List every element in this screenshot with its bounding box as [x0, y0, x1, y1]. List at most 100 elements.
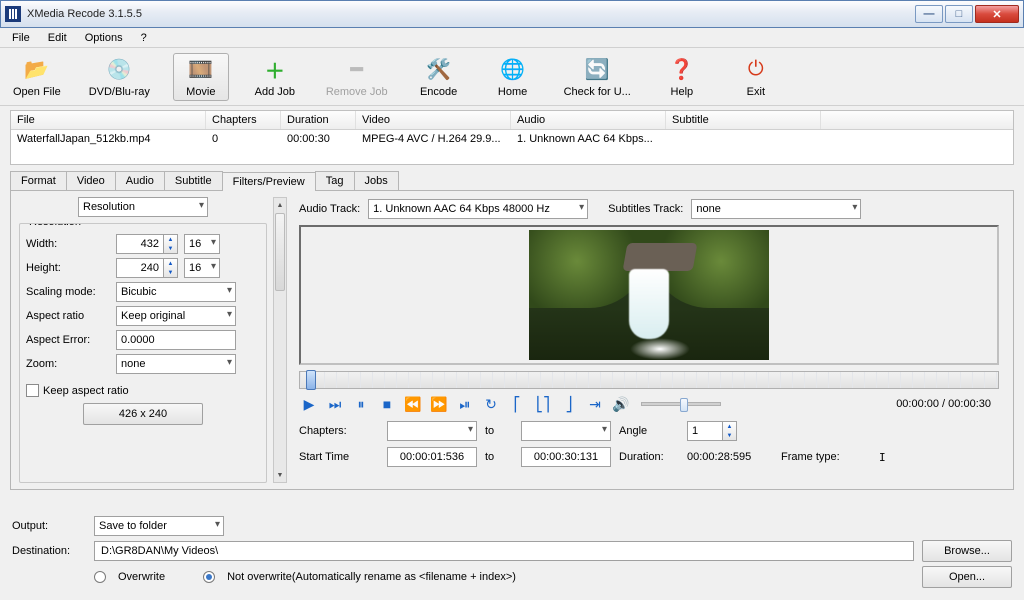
dvd-button[interactable]: 💿 DVD/Blu-ray — [84, 53, 155, 101]
height-step-select[interactable]: 16 — [184, 258, 220, 278]
cell-chapters: 0 — [206, 130, 281, 148]
left-panel-scrollbar[interactable]: ▲ ▼ — [273, 197, 287, 483]
minimize-button[interactable]: — — [915, 5, 943, 23]
height-label: Height: — [26, 262, 116, 274]
next-button[interactable]: ⏭ — [325, 395, 345, 413]
open-button[interactable]: Open... — [922, 566, 1012, 588]
movie-button[interactable]: 🎞️ Movie — [173, 53, 229, 101]
play-button[interactable]: ▶ — [299, 395, 319, 413]
destination-input[interactable] — [94, 541, 914, 561]
home-button[interactable]: 🌐 Home — [485, 53, 541, 101]
jump-end-button[interactable]: ⇥ — [585, 395, 605, 413]
volume-slider[interactable] — [641, 402, 721, 406]
tab-jobs[interactable]: Jobs — [354, 171, 399, 190]
remove-job-button: ━ Remove Job — [321, 53, 393, 101]
help-button[interactable]: ❓ Help — [654, 53, 710, 101]
maximize-button[interactable]: □ — [945, 5, 973, 23]
menu-options[interactable]: Options — [77, 30, 131, 46]
menu-help[interactable]: ? — [133, 30, 155, 46]
volume-icon[interactable]: 🔊 — [611, 395, 631, 413]
tab-video[interactable]: Video — [66, 171, 116, 190]
disc-icon: 💿 — [105, 56, 133, 84]
duration-value: 00:00:28:595 — [687, 451, 773, 463]
end-time-input[interactable] — [521, 447, 611, 467]
tab-filters[interactable]: Filters/Preview — [222, 172, 316, 191]
stop-button[interactable]: ■ — [377, 395, 397, 413]
globe-icon: 🌐 — [499, 56, 527, 84]
angle-input[interactable] — [687, 421, 723, 441]
close-button[interactable]: ✕ — [975, 5, 1019, 23]
loop-button[interactable]: ↻ — [481, 395, 501, 413]
height-input[interactable] — [116, 258, 164, 278]
width-step-select[interactable]: 16 — [184, 234, 220, 254]
audio-track-select[interactable]: 1. Unknown AAC 64 Kbps 48000 Hz — [368, 199, 588, 219]
aspect-error-input[interactable] — [116, 330, 236, 350]
width-input[interactable] — [116, 234, 164, 254]
not-overwrite-radio[interactable] — [203, 571, 215, 583]
encode-label: Encode — [420, 86, 457, 98]
folder-icon: 📂 — [23, 56, 51, 84]
minus-icon: ━ — [343, 56, 371, 84]
col-chapters[interactable]: Chapters — [206, 111, 281, 129]
check-update-button[interactable]: 🔄 Check for U... — [559, 53, 636, 101]
timeline-thumb[interactable] — [306, 370, 316, 390]
subtitles-track-select[interactable]: none — [691, 199, 861, 219]
update-label: Check for U... — [564, 86, 631, 98]
zoom-label: Zoom: — [26, 358, 116, 370]
width-stepper[interactable]: ▲▼ — [164, 234, 178, 254]
to-label-1: to — [485, 425, 513, 437]
pause-button[interactable]: ⏸ — [351, 395, 371, 413]
angle-stepper[interactable]: ▲▼ — [723, 421, 737, 441]
chapter-from-select[interactable] — [387, 421, 477, 441]
filter-select[interactable]: Resolution — [78, 197, 208, 217]
power-icon: ⏻ — [742, 56, 770, 84]
mark-out-button[interactable]: ⎦ — [559, 395, 579, 413]
menubar: File Edit Options ? — [0, 28, 1024, 48]
chapters-label: Chapters: — [299, 425, 379, 437]
zoom-select[interactable]: none — [116, 354, 236, 374]
frametype-label: Frame type: — [781, 451, 871, 463]
col-video[interactable]: Video — [356, 111, 511, 129]
volume-handle[interactable] — [680, 398, 688, 412]
col-duration[interactable]: Duration — [281, 111, 356, 129]
menu-file[interactable]: File — [4, 30, 38, 46]
video-preview — [299, 225, 999, 365]
overwrite-radio[interactable] — [94, 571, 106, 583]
fastforward-button[interactable]: ⏩ — [429, 395, 449, 413]
col-subtitle[interactable]: Subtitle — [666, 111, 821, 129]
tab-subtitle[interactable]: Subtitle — [164, 171, 223, 190]
encode-button[interactable]: 🛠️ Encode — [411, 53, 467, 101]
col-audio[interactable]: Audio — [511, 111, 666, 129]
keep-aspect-checkbox[interactable] — [26, 384, 39, 397]
step-button[interactable]: ⏯ — [455, 395, 475, 413]
mark-in-button[interactable]: ⎡ — [507, 395, 527, 413]
file-table: File Chapters Duration Video Audio Subti… — [10, 110, 1014, 165]
height-stepper[interactable]: ▲▼ — [164, 258, 178, 278]
chapter-to-select[interactable] — [521, 421, 611, 441]
question-icon: ❓ — [668, 56, 696, 84]
tab-audio[interactable]: Audio — [115, 171, 165, 190]
range-button[interactable]: ⎣⎤ — [533, 395, 553, 413]
open-file-button[interactable]: 📂 Open File — [8, 53, 66, 101]
rewind-button[interactable]: ⏪ — [403, 395, 423, 413]
scroll-down-icon[interactable]: ▼ — [274, 468, 286, 482]
add-job-button[interactable]: ＋ Add Job — [247, 53, 303, 101]
table-row[interactable]: WaterfallJapan_512kb.mp4 0 00:00:30 MPEG… — [11, 130, 1013, 148]
aspect-select[interactable]: Keep original — [116, 306, 236, 326]
scroll-up-icon[interactable]: ▲ — [274, 198, 286, 212]
subtitles-track-label: Subtitles Track: — [608, 203, 683, 215]
browse-button[interactable]: Browse... — [922, 540, 1012, 562]
exit-button[interactable]: ⏻ Exit — [728, 53, 784, 101]
timeline-slider[interactable] — [299, 371, 999, 389]
tab-format[interactable]: Format — [10, 171, 67, 190]
tab-tag[interactable]: Tag — [315, 171, 355, 190]
exit-label: Exit — [747, 86, 765, 98]
gear-icon: 🛠️ — [425, 56, 453, 84]
menu-edit[interactable]: Edit — [40, 30, 75, 46]
output-select[interactable]: Save to folder — [94, 516, 224, 536]
dimensions-button[interactable]: 426 x 240 — [83, 403, 203, 425]
start-time-input[interactable] — [387, 447, 477, 467]
scaling-select[interactable]: Bicubic — [116, 282, 236, 302]
col-file[interactable]: File — [11, 111, 206, 129]
scroll-thumb[interactable] — [275, 213, 285, 291]
